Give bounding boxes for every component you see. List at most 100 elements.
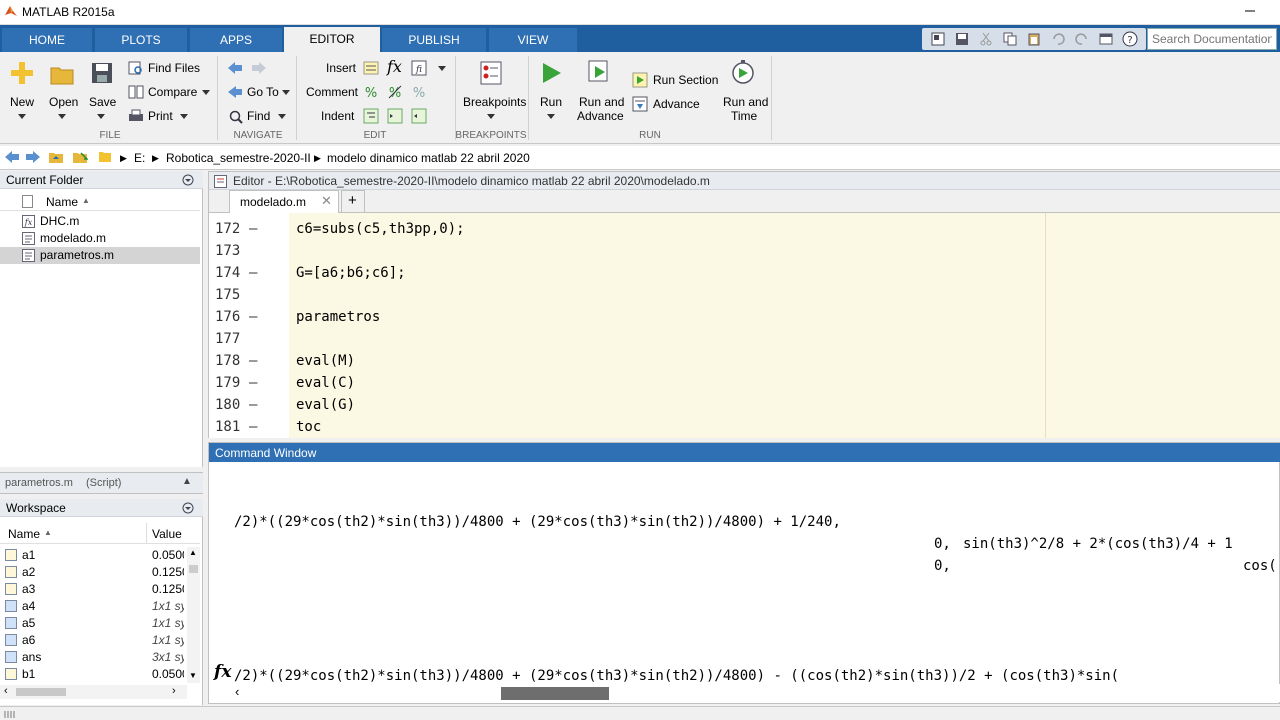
table-row[interactable]: a30.1250 xyxy=(0,581,200,598)
tab-editor[interactable]: EDITOR xyxy=(284,27,380,52)
code-line[interactable]: 181— toc xyxy=(209,416,1280,438)
scroll-up-icon[interactable]: ▲ xyxy=(189,548,197,557)
save-icon[interactable] xyxy=(954,31,970,47)
status-bar xyxy=(0,706,1280,720)
save-dropdown-icon[interactable] xyxy=(97,114,105,119)
scroll-down-icon[interactable]: ▼ xyxy=(189,671,197,680)
forward-arrow-icon[interactable] xyxy=(250,61,268,75)
breadcrumb-separator-icon: ▶ xyxy=(120,153,127,163)
table-row[interactable]: b10.0500 xyxy=(0,666,200,683)
breadcrumb-drive[interactable]: E: xyxy=(134,151,145,165)
panel-actions-icon[interactable] xyxy=(182,174,194,186)
table-row[interactable]: a4 1x1 sy xyxy=(0,598,200,615)
close-tab-icon[interactable]: ✕ xyxy=(321,193,332,209)
code-area[interactable]: 172— c6=subs(c5,th3pp,0); 173 174— G=[a6;b… xyxy=(209,213,1280,438)
function-browser-icon[interactable]: fx xyxy=(214,662,231,682)
tab-view[interactable]: VIEW xyxy=(489,28,577,52)
undo-icon[interactable] xyxy=(1050,31,1066,47)
uncomment-icon[interactable]: % xyxy=(387,84,403,100)
tab-apps[interactable]: APPS xyxy=(190,28,282,52)
switch-windows-icon[interactable] xyxy=(1098,31,1114,47)
name-column-header[interactable]: Name ▲ xyxy=(0,192,200,211)
comment-label: Comment xyxy=(306,85,359,99)
comment-icon[interactable]: % xyxy=(363,84,379,100)
compare-dropdown-icon[interactable] xyxy=(202,90,210,95)
insert-function-icon[interactable]: fx xyxy=(387,57,402,76)
new-tab-button[interactable]: + xyxy=(341,190,365,213)
redo-icon[interactable] xyxy=(1074,31,1090,47)
list-item[interactable]: modelado.m xyxy=(0,230,200,247)
table-row[interactable]: a5 1x1 sy xyxy=(0,615,200,632)
panel-actions-icon[interactable] xyxy=(182,502,194,514)
insert-section-icon[interactable] xyxy=(363,60,379,76)
copy-icon[interactable] xyxy=(1002,31,1018,47)
command-input[interactable]: /2)*((29*cos(th2)*sin(th3))/4800 + (29*c… xyxy=(234,668,1119,684)
scroll-right-icon[interactable]: › xyxy=(172,685,176,697)
back-icon[interactable] xyxy=(4,150,20,164)
cut-icon[interactable] xyxy=(978,31,994,47)
scrollbar-thumb[interactable] xyxy=(16,688,66,696)
insert-fi-icon[interactable]: fi xyxy=(411,60,427,76)
increase-indent-icon[interactable] xyxy=(387,108,403,124)
code-line[interactable]: 174— G=[a6;b6;c6]; xyxy=(209,262,1280,284)
code-line[interactable]: 175 xyxy=(209,284,1280,306)
name-column-header[interactable]: Name xyxy=(8,527,40,541)
title-bar: MATLAB R2015a xyxy=(0,0,1280,25)
table-row[interactable]: a20.1250 xyxy=(0,564,200,581)
scrollbar-thumb[interactable] xyxy=(189,565,198,573)
tab-home[interactable]: HOME xyxy=(2,28,92,52)
code-line[interactable]: 180— eval(G) xyxy=(209,394,1280,416)
decrease-indent-icon[interactable] xyxy=(411,108,427,124)
scroll-left-icon[interactable]: ‹ xyxy=(4,685,8,697)
run-dropdown-icon[interactable] xyxy=(547,114,555,119)
forward-icon[interactable] xyxy=(25,150,41,164)
list-item-selected[interactable]: parametros.m xyxy=(0,247,200,264)
numeric-variable-icon xyxy=(5,668,17,680)
tab-plots[interactable]: PLOTS xyxy=(95,28,187,52)
up-folder-icon[interactable] xyxy=(48,150,64,164)
layout-icon[interactable] xyxy=(930,31,946,47)
minimize-icon[interactable] xyxy=(1240,4,1260,18)
numeric-variable-icon xyxy=(5,566,17,578)
table-row[interactable]: a10.0500 xyxy=(0,547,200,564)
command-window[interactable]: Command Window /2)*((29*cos(th2)*sin(th3… xyxy=(208,442,1280,704)
breadcrumb-folder[interactable]: modelo dinamico matlab 22 abril 2020 xyxy=(327,151,530,165)
find-dropdown-icon[interactable] xyxy=(278,114,286,119)
tab-publish[interactable]: PUBLISH xyxy=(382,28,486,52)
smart-indent-icon[interactable] xyxy=(363,108,379,124)
scrollbar-thumb[interactable] xyxy=(501,687,609,700)
scroll-left-icon[interactable]: ‹ xyxy=(235,684,239,699)
breadcrumb-folder[interactable]: Robotica_semestre-2020-II xyxy=(166,151,311,165)
details-bar[interactable]: parametros.m (Script) ▲ xyxy=(0,472,203,494)
open-dropdown-icon[interactable] xyxy=(58,114,66,119)
paste-icon[interactable] xyxy=(1026,31,1042,47)
value-column-header[interactable]: Value xyxy=(152,527,182,541)
tab-modelado[interactable]: modelado.m ✕ xyxy=(229,190,339,213)
horizontal-scrollbar[interactable]: ‹ › xyxy=(0,685,187,699)
table-row[interactable]: a6 1x1 sy xyxy=(0,632,200,649)
breakpoints-dropdown-icon[interactable] xyxy=(487,114,495,119)
back-arrow-icon[interactable] xyxy=(226,61,244,75)
list-item[interactable]: fx DHC.m xyxy=(0,213,200,230)
help-icon[interactable]: ? xyxy=(1122,31,1138,47)
new-dropdown-icon[interactable] xyxy=(18,114,26,119)
code-line[interactable]: 179— eval(C) xyxy=(209,372,1280,394)
insert-dropdown-icon[interactable] xyxy=(438,66,446,71)
print-dropdown-icon[interactable] xyxy=(180,114,188,119)
ribbon-editor: New Open Save Find Files Compare Print F… xyxy=(0,52,1280,144)
new-icon xyxy=(11,62,33,84)
collapse-icon[interactable]: ▲ xyxy=(182,476,192,487)
code-line[interactable]: 176— parametros xyxy=(209,306,1280,328)
code-line[interactable]: 177 xyxy=(209,328,1280,350)
vertical-scrollbar[interactable]: ▲ ▼ xyxy=(187,547,200,683)
search-documentation-input[interactable] xyxy=(1147,28,1277,50)
horizontal-scrollbar[interactable]: ‹ xyxy=(209,684,1280,702)
section-label-run: RUN xyxy=(639,130,661,141)
code-line[interactable]: 178— eval(M) xyxy=(209,350,1280,372)
wrap-comments-icon[interactable]: % xyxy=(411,84,427,100)
go-to-dropdown-icon[interactable] xyxy=(282,90,290,95)
code-line[interactable]: 173 xyxy=(209,240,1280,262)
table-row[interactable]: ans 3x1 sy xyxy=(0,649,200,666)
browse-folder-icon[interactable] xyxy=(72,150,88,164)
code-line[interactable]: 172— c6=subs(c5,th3pp,0); xyxy=(209,218,1280,240)
